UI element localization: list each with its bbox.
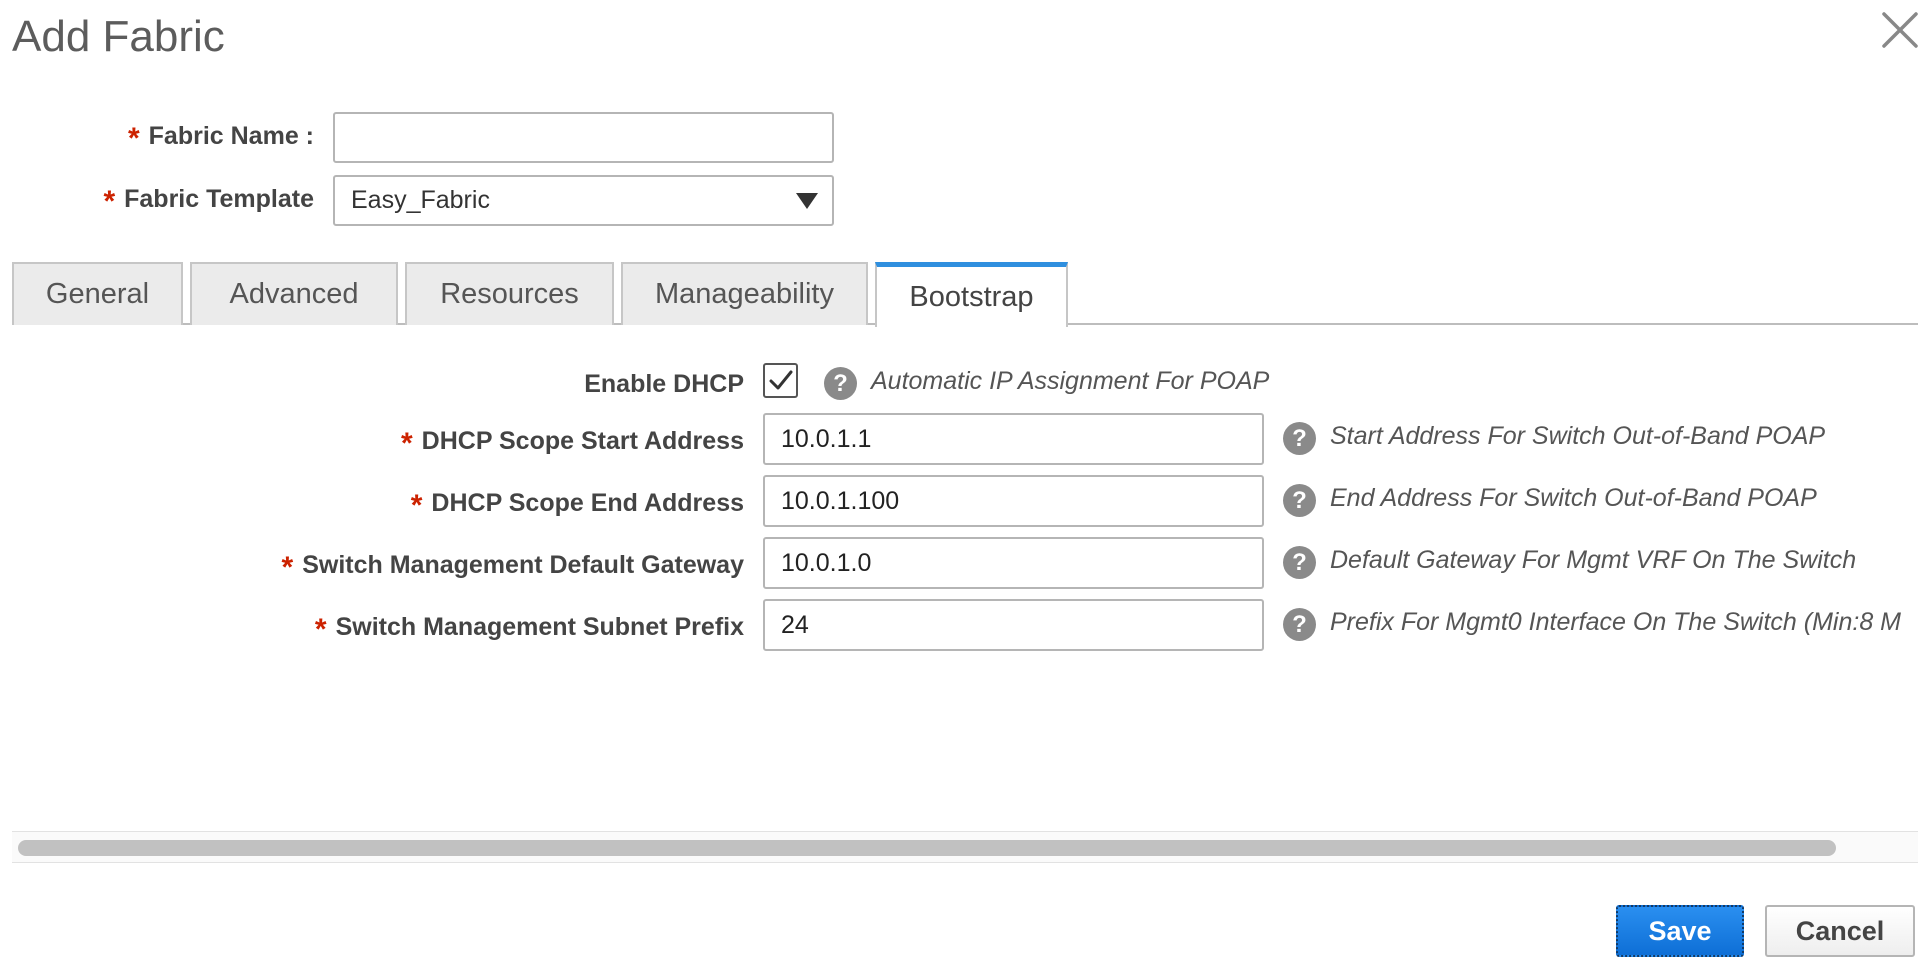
checkmark-icon	[769, 370, 792, 389]
default-gateway-label: * Switch Management Default Gateway	[281, 549, 744, 584]
dialog-title: Add Fabric	[12, 12, 225, 61]
subnet-prefix-label-text: Switch Management Subnet Prefix	[335, 613, 744, 641]
dhcp-scope-end-input[interactable]: 10.0.1.100	[763, 475, 1264, 527]
dropdown-arrow-icon[interactable]	[796, 193, 818, 209]
dhcp-end-label-text: DHCP Scope End Address	[431, 489, 744, 517]
scrollbar-thumb[interactable]	[18, 840, 1836, 856]
tab-bar: General Advanced Resources Manageability…	[12, 262, 1918, 327]
enable-dhcp-hint: Automatic IP Assignment For POAP	[871, 367, 1270, 395]
required-marker: *	[127, 122, 140, 155]
dhcp-scope-start-input[interactable]: 10.0.1.1	[763, 413, 1264, 465]
fabric-template-value: Easy_Fabric	[351, 186, 490, 214]
required-marker: *	[314, 613, 327, 646]
fabric-name-label-text: Fabric Name :	[148, 122, 314, 150]
save-button[interactable]: Save	[1616, 905, 1744, 957]
fabric-template-label: * Fabric Template	[103, 183, 314, 218]
help-icon[interactable]: ?	[1283, 546, 1316, 579]
default-gateway-input[interactable]: 10.0.1.0	[763, 537, 1264, 589]
required-marker: *	[281, 551, 294, 584]
tab-bootstrap[interactable]: Bootstrap	[875, 262, 1068, 327]
dhcp-start-label: * DHCP Scope Start Address	[400, 425, 744, 460]
tab-advanced[interactable]: Advanced	[190, 262, 398, 325]
fabric-name-input[interactable]	[333, 112, 834, 163]
enable-dhcp-checkbox[interactable]	[763, 363, 798, 398]
dhcp-scope-end-value: 10.0.1.100	[781, 486, 900, 515]
subnet-prefix-hint: Prefix For Mgmt0 Interface On The Switch…	[1330, 608, 1901, 636]
dhcp-scope-start-value: 10.0.1.1	[781, 424, 872, 453]
close-icon[interactable]	[1878, 8, 1922, 52]
dhcp-start-hint: Start Address For Switch Out-of-Band POA…	[1330, 422, 1826, 450]
required-marker: *	[400, 427, 413, 460]
required-marker: *	[410, 489, 423, 522]
horizontal-scrollbar[interactable]	[12, 831, 1918, 863]
default-gateway-hint: Default Gateway For Mgmt VRF On The Swit…	[1330, 546, 1857, 574]
dhcp-start-label-text: DHCP Scope Start Address	[421, 427, 744, 455]
help-icon[interactable]: ?	[1283, 422, 1316, 455]
fabric-template-select[interactable]: Easy_Fabric	[333, 175, 834, 226]
enable-dhcp-label: Enable DHCP	[584, 370, 744, 398]
help-icon[interactable]: ?	[824, 367, 857, 400]
help-icon[interactable]: ?	[1283, 484, 1316, 517]
help-icon[interactable]: ?	[1283, 608, 1316, 641]
fabric-name-label: * Fabric Name :	[127, 120, 314, 155]
cancel-button[interactable]: Cancel	[1765, 905, 1915, 957]
required-marker: *	[103, 185, 116, 218]
fabric-template-label-text: Fabric Template	[124, 185, 314, 213]
dhcp-end-hint: End Address For Switch Out-of-Band POAP	[1330, 484, 1817, 512]
tab-manageability[interactable]: Manageability	[621, 262, 868, 325]
tab-resources[interactable]: Resources	[405, 262, 614, 325]
tab-general[interactable]: General	[12, 262, 183, 325]
default-gateway-value: 10.0.1.0	[781, 548, 872, 577]
subnet-prefix-label: * Switch Management Subnet Prefix	[314, 611, 744, 646]
default-gateway-label-text: Switch Management Default Gateway	[302, 551, 744, 579]
subnet-prefix-value: 24	[781, 610, 809, 639]
dhcp-end-label: * DHCP Scope End Address	[410, 487, 744, 522]
subnet-prefix-input[interactable]: 24	[763, 599, 1264, 651]
